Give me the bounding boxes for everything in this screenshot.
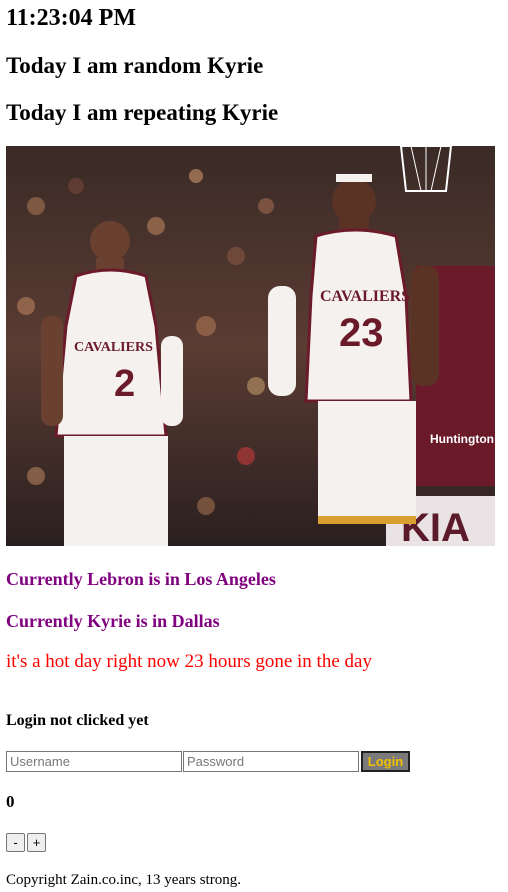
- clock-time: 11:23:04 PM: [6, 5, 136, 31]
- username-input[interactable]: [6, 751, 182, 772]
- lebron-location: Currently Lebron is in Los Angeles: [6, 569, 276, 589]
- kyrie-location: Currently Kyrie is in Dallas: [6, 611, 220, 631]
- random-heading: Today I am random Kyrie: [6, 53, 264, 78]
- repeating-heading: Today I am repeating Kyrie: [6, 100, 279, 125]
- counter-steppers: - +: [6, 833, 46, 852]
- counter-value: 0: [6, 792, 15, 811]
- login-status: Login not clicked yet: [6, 712, 149, 729]
- jersey-left-team: CAVALIERS: [74, 340, 153, 355]
- jersey-right-team: CAVALIERS: [320, 288, 410, 305]
- password-input[interactable]: [183, 751, 359, 772]
- increment-button[interactable]: +: [27, 833, 46, 852]
- players-photo: Huntington KIA CAVALIERS 2 CAVALIERS 23: [6, 146, 495, 546]
- sponsor-text: Huntington: [430, 432, 494, 446]
- login-button[interactable]: Login: [361, 751, 410, 772]
- jersey-left-number: 2: [114, 363, 135, 405]
- decrement-button[interactable]: -: [6, 833, 25, 852]
- weather-text: it's a hot day right now 23 hours gone i…: [6, 651, 372, 672]
- login-form: Login: [6, 751, 410, 772]
- copyright-footer: Copyright Zain.co.inc, 13 years strong.: [6, 872, 241, 888]
- jersey-right-number: 23: [339, 311, 384, 355]
